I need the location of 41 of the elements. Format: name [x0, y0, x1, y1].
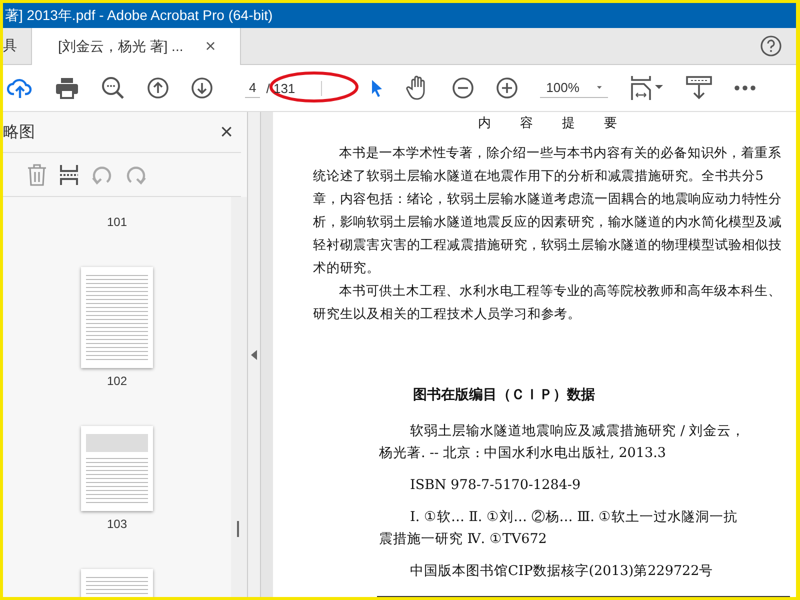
tab-label: 具	[3, 37, 17, 55]
fit-page-icon[interactable]	[630, 75, 664, 101]
cip-entry: 中国版本图书馆CIP数据核字(2013)第229722号	[409, 562, 714, 581]
split-page-icon[interactable]	[59, 164, 79, 186]
next-page-icon[interactable]	[191, 77, 213, 99]
page-number-field[interactable]: 4	[245, 78, 260, 98]
document-tab[interactable]: 具	[3, 28, 32, 64]
cip-entry: Ⅰ. ①软… Ⅱ. ①刘… ②杨… Ⅲ. ①软土一过水隧洞一抗震措施一研究 Ⅳ. ①TV672	[379, 508, 739, 549]
section-heading: 内 容 提 要	[477, 115, 626, 132]
scroll-mode-icon[interactable]	[686, 76, 712, 100]
page-count: / 131	[266, 80, 322, 96]
zoom-out-icon[interactable]	[452, 77, 474, 99]
paragraph: 本书可供土木工程、水利水电工程等专业的高等院校教师和高年级本科生、研究生以及相关的工程技术人员学习和参考。	[313, 283, 782, 324]
trash-icon[interactable]	[27, 164, 47, 186]
cip-heading: 图书在版编目（ＣＩＰ）数据	[413, 386, 596, 404]
zoom-in-icon[interactable]	[496, 77, 518, 99]
cloud-upload-icon[interactable]	[7, 77, 33, 99]
help-icon[interactable]	[760, 35, 782, 57]
paragraph: 本书是一本学术性专著，除介绍一些与本书内容有关的必备知识外，着重系统论述了软弱土层输水隧道在地震作用下的分析和减震措施研究。全书共分5章，内容包括：绪论，软弱土层输水隧道考虑流一固耦合的地震响应动力特性分析，影响软弱土层输水隧道地震反应的因素研究，输水隧道的内水简化模型及减轻衬砌震害灾害的工程减震措施研究，软弱土层输水隧道的物理模型试验相似技术的研究。	[313, 145, 783, 278]
previous-page-icon[interactable]	[147, 77, 169, 99]
zoom-dropdown[interactable]: 100%	[540, 78, 608, 98]
page-thumbnail[interactable]	[81, 426, 153, 511]
page-number-label: 102	[106, 374, 128, 388]
close-panel-button[interactable]: ×	[220, 119, 233, 145]
page-thumbnail[interactable]	[81, 569, 153, 597]
page-thumbnail[interactable]	[81, 267, 153, 368]
zoom-search-icon[interactable]	[101, 76, 125, 100]
more-icon[interactable]	[734, 85, 756, 91]
caret-icon	[597, 85, 602, 90]
cip-entry: ISBN 978-7-5170-1284-9	[409, 476, 582, 495]
print-icon[interactable]	[55, 77, 79, 99]
page-number-label: 101	[106, 215, 128, 229]
cursor-arrow-icon[interactable]	[370, 78, 384, 98]
panel-title: 略图	[3, 122, 35, 142]
window-title: 著] 2013年.pdf - Adobe Acrobat Pro (64-bit)	[5, 6, 273, 24]
page-number-label: 103	[106, 517, 128, 531]
tab-label: [刘金云，杨光 著] ...	[58, 38, 184, 56]
collapse-arrow-icon[interactable]	[251, 350, 257, 360]
document-tab[interactable]: [刘金云，杨光 著] ... ×	[32, 28, 241, 65]
cip-entry: 软弱土层输水隧道地震响应及减震措施研究 / 刘金云，杨光著. -- 北京 : 中国水利水电出版社, 2013.3	[379, 422, 746, 463]
close-tab-button[interactable]: ×	[205, 36, 216, 57]
